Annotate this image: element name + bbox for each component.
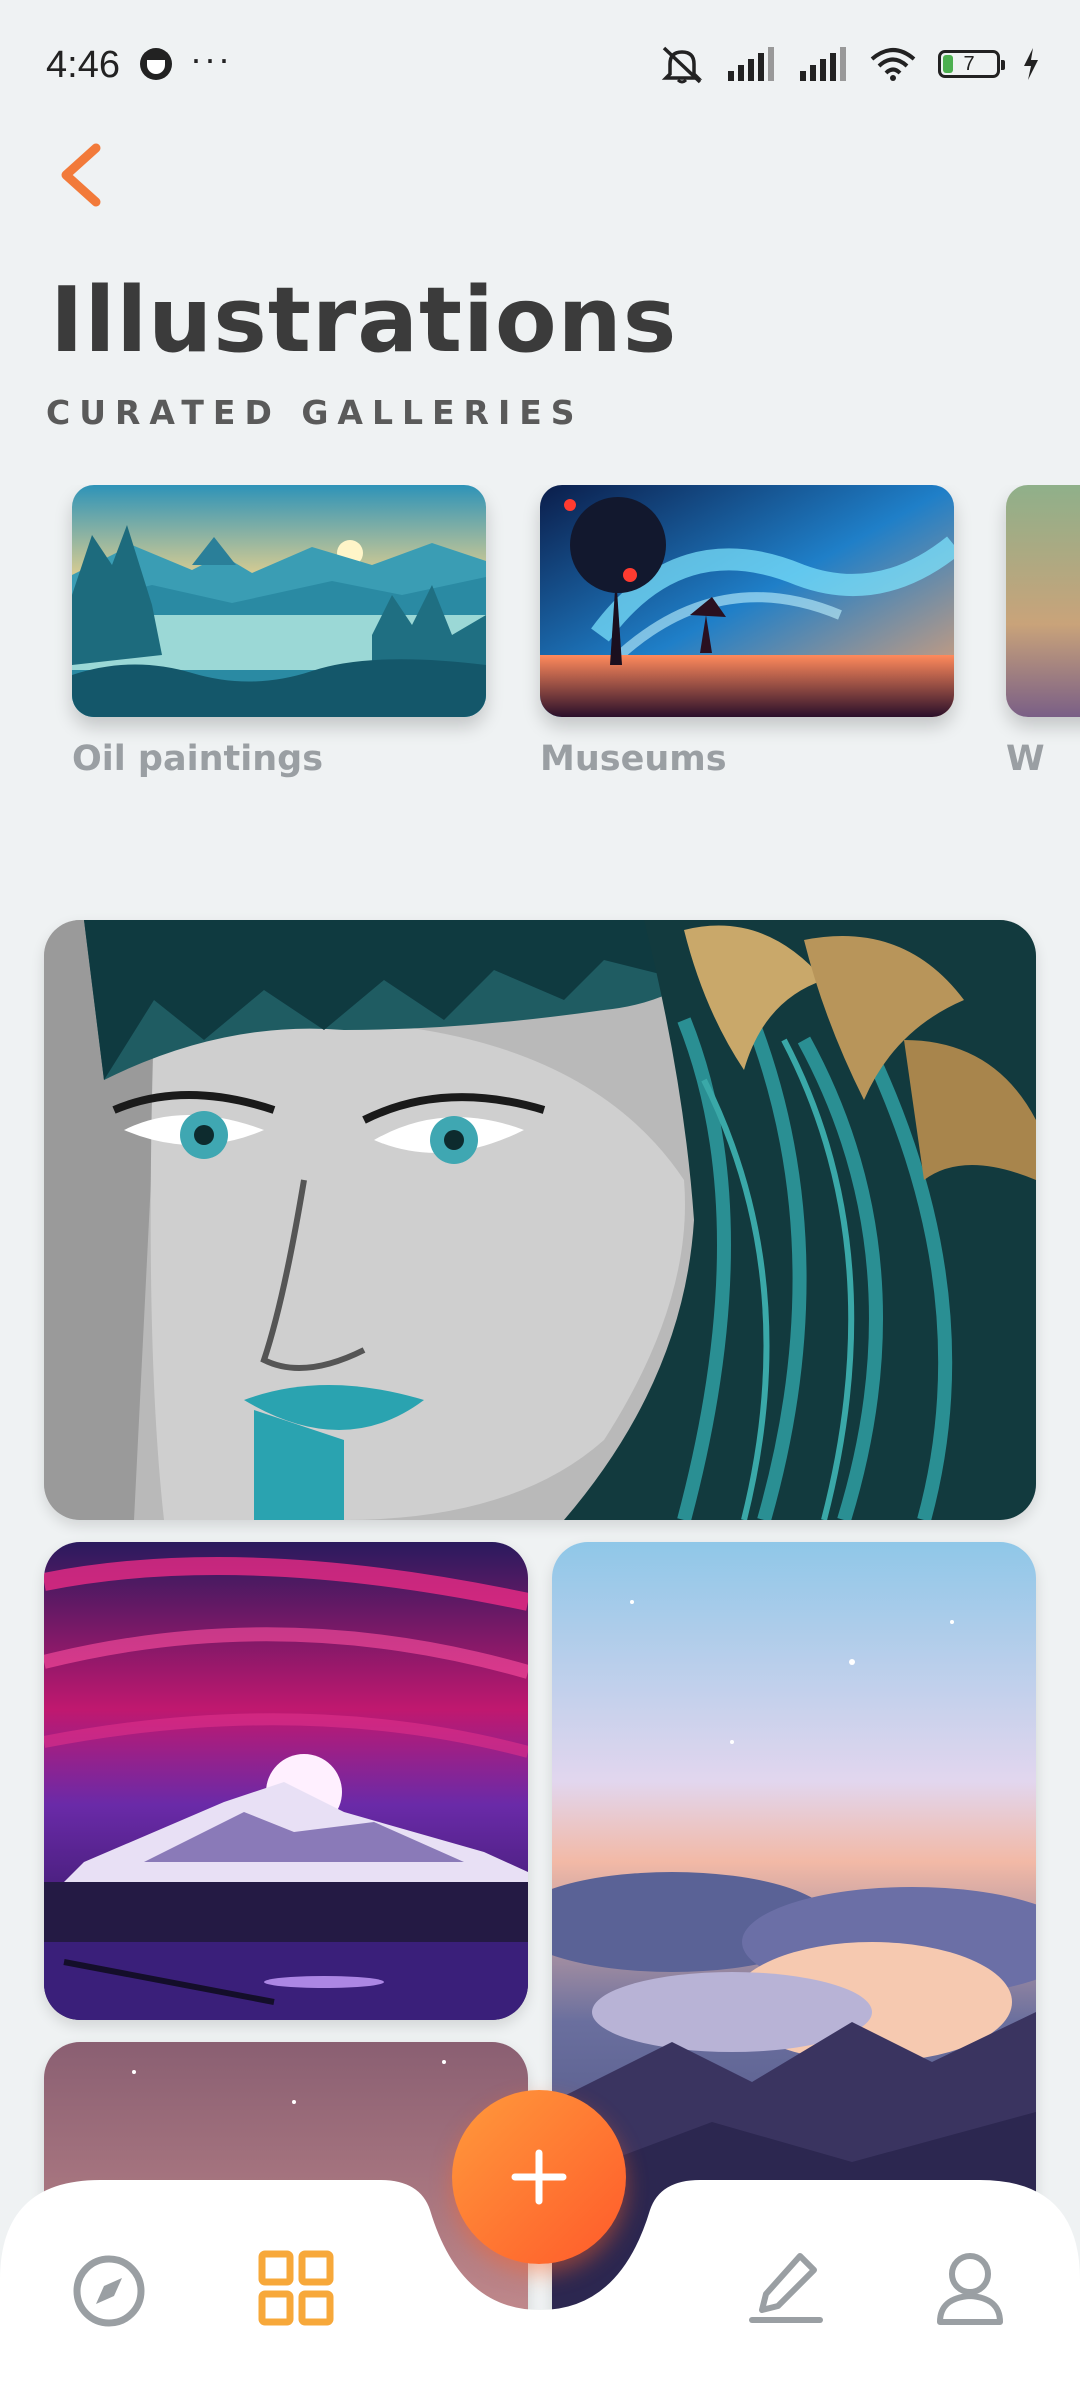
gallery-label: W (1006, 739, 1045, 779)
more-dots-icon: ··· (190, 38, 232, 79)
status-bar: 4:46 ··· 7 (0, 0, 1080, 130)
status-icons: 7 (660, 44, 1040, 84)
battery-icon: 7 (938, 50, 1005, 78)
page-subtitle: CURATED GALLERIES (46, 393, 584, 432)
charging-icon (1024, 48, 1038, 80)
mute-icon (661, 46, 703, 84)
galleries-carousel[interactable]: Oil paintings Museums W (0, 485, 1080, 815)
feed-card-sunset-mountain[interactable] (44, 1542, 528, 2020)
gallery-card-museums[interactable]: Museums (540, 485, 954, 779)
gallery-label: Museums (540, 739, 727, 779)
nav-draw[interactable] (748, 2250, 824, 2331)
gallery-card-partial[interactable]: W (1006, 485, 1080, 779)
nav-explore[interactable] (72, 2254, 146, 2333)
face-icon (140, 48, 172, 80)
nav-gallery[interactable] (258, 2250, 334, 2331)
gallery-card-oil-paintings[interactable]: Oil paintings (72, 485, 486, 779)
wifi-icon (870, 48, 916, 81)
pen-icon (749, 2253, 823, 2323)
gallery-thumbnail (1006, 485, 1080, 717)
sunset-illustration (44, 1542, 528, 2020)
add-icon (511, 2149, 567, 2205)
battery-level: 7 (963, 52, 975, 75)
compass-icon (73, 2255, 145, 2327)
profile-icon (937, 2253, 1003, 2325)
feed-card-portrait[interactable] (44, 920, 1036, 1520)
add-button[interactable] (452, 2090, 626, 2264)
gallery-label: Oil paintings (72, 739, 324, 779)
signal-icon (728, 47, 774, 81)
portrait-illustration (44, 920, 1036, 1520)
signal-icon (800, 47, 846, 81)
page-title: Illustrations (50, 268, 678, 373)
back-button[interactable] (52, 140, 112, 210)
gallery-thumbnail (72, 485, 486, 717)
chevron-left-icon (61, 143, 101, 207)
grid-icon (258, 2250, 334, 2326)
status-time: 4:46 (46, 44, 120, 86)
gallery-thumbnail (540, 485, 954, 717)
nav-profile[interactable] (932, 2250, 1008, 2331)
